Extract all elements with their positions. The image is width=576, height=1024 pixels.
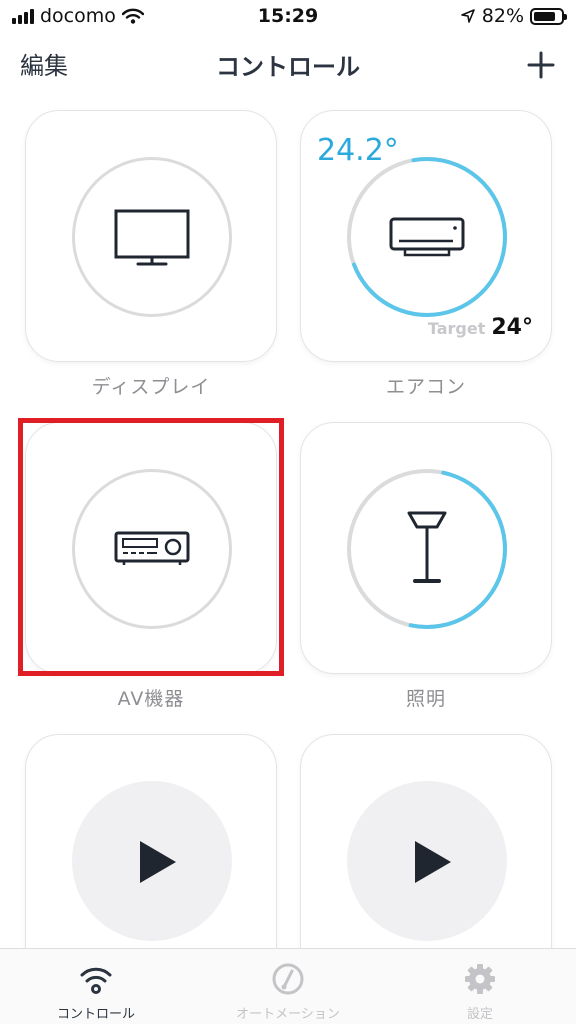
tile-air-conditioner[interactable]: 24.2° Target 24°	[300, 110, 552, 362]
gear-icon	[465, 964, 495, 994]
selection-highlight	[18, 418, 284, 676]
battery-percent: 82%	[481, 5, 524, 27]
tab-automation[interactable]: オートメーション	[192, 949, 384, 1024]
tile-display[interactable]	[25, 110, 277, 362]
location-arrow-icon	[460, 9, 475, 23]
play-icon	[140, 841, 176, 883]
tile-label-air-conditioner: エアコン	[385, 376, 466, 398]
wifi-icon	[80, 967, 112, 994]
play-icon	[415, 841, 451, 883]
tab-settings[interactable]: 設定	[384, 949, 576, 1024]
target-temperature: 24°	[491, 315, 533, 340]
page-title: コントロール	[216, 53, 360, 81]
current-temperature: 24.2°	[317, 133, 399, 168]
status-bar: docomo 15:29 82%	[0, 0, 576, 34]
target-label: Target	[427, 319, 486, 338]
tv-icon	[114, 209, 190, 266]
tile-label-lighting: 照明	[405, 688, 446, 710]
tab-label-settings: 設定	[466, 1007, 493, 1022]
speedometer-icon	[272, 963, 304, 995]
tab-control[interactable]: コントロール	[0, 949, 192, 1024]
tile-lighting[interactable]	[300, 422, 552, 674]
tab-label-automation: オートメーション	[236, 1007, 340, 1022]
battery-icon	[530, 7, 567, 25]
tile-label-av-equipment: AV機器	[117, 688, 185, 710]
floor-lamp-icon	[407, 511, 447, 583]
plus-icon[interactable]	[526, 50, 556, 80]
tile-label-display: ディスプレイ	[91, 376, 211, 398]
tab-bar: コントロール オートメーション 設定	[0, 948, 576, 1024]
tab-label-control: コントロール	[56, 1007, 135, 1022]
air-conditioner-icon	[389, 217, 465, 257]
